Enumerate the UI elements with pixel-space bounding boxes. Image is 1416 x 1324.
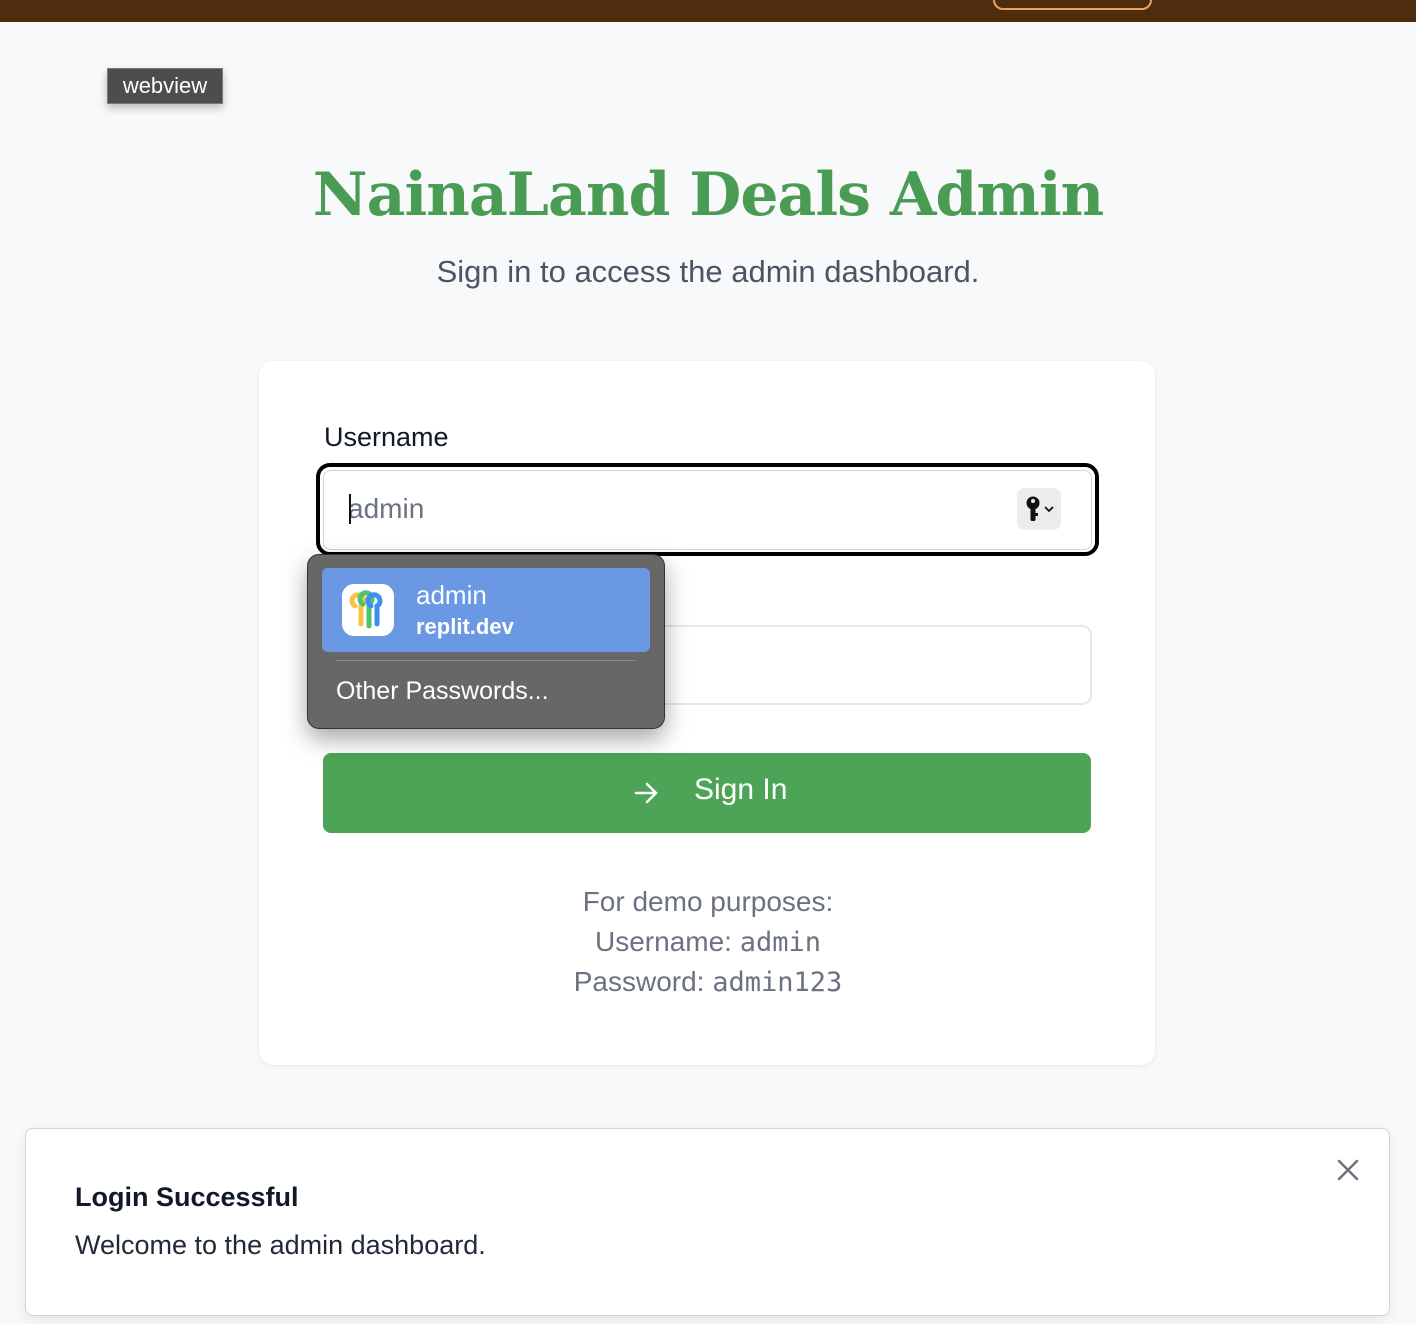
passwords-app-icon <box>342 584 394 636</box>
demo-username-prefix: Username: <box>595 926 740 957</box>
top-bar-button[interactable] <box>993 0 1152 10</box>
chevron-down-icon <box>1044 506 1054 513</box>
popup-divider <box>336 660 636 661</box>
password-autofill-button[interactable] <box>1017 488 1061 530</box>
autofill-site: replit.dev <box>416 614 514 639</box>
demo-username: Username: admin <box>0 926 1416 958</box>
top-bar <box>0 0 1416 22</box>
toast-description: Welcome to the admin dashboard. <box>75 1230 486 1260</box>
arrow-right-icon <box>634 782 658 804</box>
close-icon[interactable] <box>1335 1157 1361 1183</box>
autofill-username: admin <box>416 580 487 610</box>
webview-tag: webview <box>107 68 223 104</box>
toast-notification <box>25 1128 1390 1316</box>
text-caret <box>349 494 351 524</box>
demo-username-value: admin <box>739 927 821 958</box>
username-input[interactable] <box>323 470 1092 550</box>
demo-password: Password: admin123 <box>0 966 1416 998</box>
page-title: NainaLand Deals Admin <box>312 160 1105 230</box>
demo-password-prefix: Password: <box>573 966 713 997</box>
other-passwords-item[interactable]: Other Passwords... <box>336 677 549 706</box>
toast-title: Login Successful <box>75 1182 299 1212</box>
demo-heading: For demo purposes: <box>582 886 834 917</box>
page-subtitle: Sign in to access the admin dashboard. <box>436 254 980 289</box>
username-input-value: admin <box>348 493 425 524</box>
username-label: Username <box>324 422 449 452</box>
sign-in-button-label: Sign In <box>694 773 788 806</box>
demo-password-value: admin123 <box>712 967 843 998</box>
